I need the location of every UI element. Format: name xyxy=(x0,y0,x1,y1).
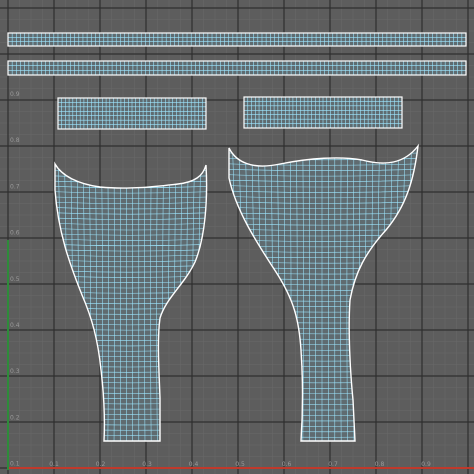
u-tick-label: 0.7 xyxy=(328,461,338,468)
v-tick-label: 0.5 xyxy=(10,276,20,283)
u-tick-label: 0.3 xyxy=(142,461,152,468)
uv-shell-plate-left[interactable] xyxy=(57,97,207,130)
shell-wireframe xyxy=(58,98,206,129)
uv-shell-strip-top-2[interactable] xyxy=(7,60,467,76)
u-tick-label: 0.5 xyxy=(235,461,245,468)
uv-canvas[interactable]: 0.1 0.2 0.3 0.4 0.5 0.6 0.7 0.8 0.9 0.9 0.8 0.7 0.6… xyxy=(0,0,474,474)
u-tick-label: 0.2 xyxy=(96,461,106,468)
v-tick-label: 0.2 xyxy=(10,414,20,421)
v-tick-label: 0.1 xyxy=(10,461,20,468)
v-tick-label: 0.6 xyxy=(10,230,20,237)
v-tick-label: 0.3 xyxy=(10,368,20,375)
v-tick-label: 0.7 xyxy=(10,183,20,190)
uv-shell-strip-top-1[interactable] xyxy=(7,32,467,47)
uv-editor-viewport[interactable]: 0.1 0.2 0.3 0.4 0.5 0.6 0.7 0.8 0.9 0.9 0.8 0.7 0.6… xyxy=(0,0,474,474)
u-tick-label: 0.8 xyxy=(375,461,385,468)
u-tick-label: 0.1 xyxy=(49,461,59,468)
v-tick-label: 0.4 xyxy=(10,322,20,329)
v-tick-label: 0.8 xyxy=(10,137,20,144)
u-tick-label: 0.4 xyxy=(189,461,199,468)
u-tick-label: 0.9 xyxy=(421,461,431,468)
v-tick-label: 0.9 xyxy=(10,91,20,98)
uv-shell-plate-right[interactable] xyxy=(243,96,403,129)
u-tick-label: 0.6 xyxy=(282,461,292,468)
